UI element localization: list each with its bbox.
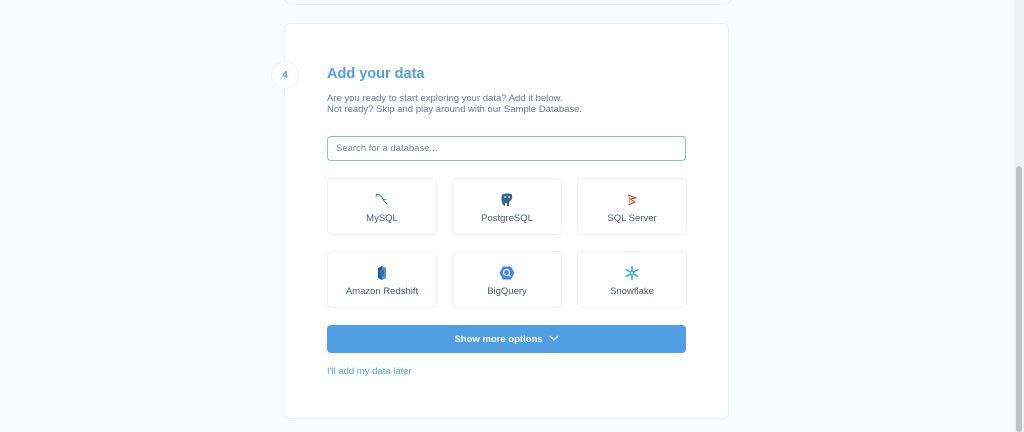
show-more-options-button[interactable]: Show more options [327, 325, 686, 353]
database-option-snowflake[interactable]: Snowflake [577, 251, 687, 308]
show-more-options-label: Show more options [454, 333, 543, 345]
add-data-later-link[interactable]: I'll add my data later [327, 366, 412, 377]
database-options-grid: MySQL PostgreSQL SQL Server Amazon Redsh… [327, 178, 687, 308]
sql-server-icon [624, 192, 640, 208]
database-option-postgresql[interactable]: PostgreSQL [452, 178, 562, 235]
database-option-sql-server[interactable]: SQL Server [577, 178, 687, 235]
snowflake-icon [624, 265, 640, 281]
database-option-label: SQL Server [607, 213, 657, 224]
database-option-label: Snowflake [610, 286, 654, 297]
database-option-label: BigQuery [487, 286, 527, 297]
step-number: 4 [282, 69, 288, 81]
step-number-badge: 4 [271, 61, 299, 89]
database-option-label: MySQL [366, 213, 398, 224]
database-option-amazon-redshift[interactable]: Amazon Redshift [327, 251, 437, 308]
mysql-dolphin-icon [374, 192, 390, 208]
database-search-input[interactable] [327, 136, 686, 161]
database-option-label: Amazon Redshift [345, 286, 419, 297]
redshift-icon [374, 265, 390, 281]
database-option-label: PostgreSQL [481, 213, 533, 224]
bigquery-icon [499, 265, 515, 281]
step-description-line-2: Not ready? Skip and play around with our… [327, 104, 583, 115]
step-title: Add your data [327, 66, 425, 82]
page-scrollbar[interactable] [1014, 0, 1024, 432]
scrollbar-thumb[interactable] [1016, 166, 1022, 432]
previous-step-card [285, 0, 731, 5]
step-description-line-1: Are you ready to start exploring your da… [327, 93, 563, 104]
chevron-down-icon [549, 334, 559, 345]
step-description: Are you ready to start exploring your da… [327, 93, 582, 115]
postgresql-elephant-icon [499, 192, 515, 208]
database-option-bigquery[interactable]: BigQuery [452, 251, 562, 308]
database-option-mysql[interactable]: MySQL [327, 178, 437, 235]
